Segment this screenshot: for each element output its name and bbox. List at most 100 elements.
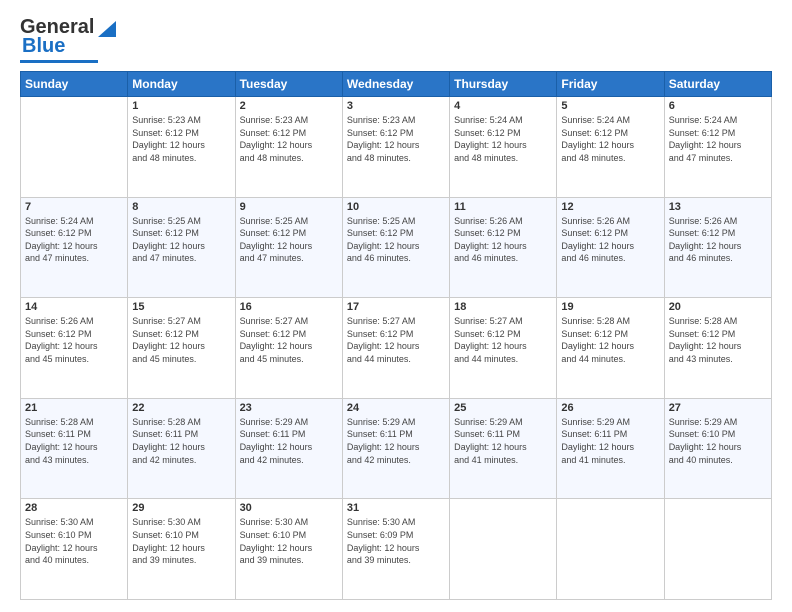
day-number: 23: [240, 402, 338, 414]
day-number: 13: [669, 201, 767, 213]
day-info: Sunrise: 5:29 AMSunset: 6:11 PMDaylight:…: [561, 416, 659, 466]
calendar-cell: 24 Sunrise: 5:29 AMSunset: 6:11 PMDayligh…: [342, 398, 449, 499]
day-number: 25: [454, 402, 552, 414]
day-number: 17: [347, 301, 445, 313]
week-row-1: 1 Sunrise: 5:23 AMSunset: 6:12 PMDaylight…: [21, 97, 772, 198]
week-row-2: 7 Sunrise: 5:24 AMSunset: 6:12 PMDaylight…: [21, 197, 772, 298]
calendar-cell: 21 Sunrise: 5:28 AMSunset: 6:11 PMDayligh…: [21, 398, 128, 499]
day-number: 2: [240, 100, 338, 112]
day-number: 5: [561, 100, 659, 112]
day-info: Sunrise: 5:25 AMSunset: 6:12 PMDaylight:…: [240, 215, 338, 265]
logo-blue: Blue: [22, 35, 65, 58]
day-info: Sunrise: 5:29 AMSunset: 6:11 PMDaylight:…: [347, 416, 445, 466]
day-number: 15: [132, 301, 230, 313]
week-row-3: 14Sunrise: 5:26 AMSunset: 6:12 PMDayligh…: [21, 298, 772, 399]
day-info: Sunrise: 5:30 AMSunset: 6:10 PMDaylight:…: [25, 516, 123, 566]
calendar-cell: 1Sunrise: 5:23 AMSunset: 6:12 PMDaylight…: [128, 97, 235, 198]
weekday-header-tuesday: Tuesday: [235, 72, 342, 97]
day-info: Sunrise: 5:23 AMSunset: 6:12 PMDaylight:…: [347, 114, 445, 164]
calendar-cell: 8Sunrise: 5:25 AMSunset: 6:12 PMDaylight…: [128, 197, 235, 298]
day-number: 11: [454, 201, 552, 213]
calendar-cell: 2 Sunrise: 5:23 AMSunset: 6:12 PMDaylight…: [235, 97, 342, 198]
day-info: Sunrise: 5:29 AMSunset: 6:10 PMDaylight:…: [669, 416, 767, 466]
weekday-header-sunday: Sunday: [21, 72, 128, 97]
day-number: 1: [132, 100, 230, 112]
calendar-cell: [664, 499, 771, 600]
calendar-cell: 10Sunrise: 5:25 AMSunset: 6:12 PMDayligh…: [342, 197, 449, 298]
day-info: Sunrise: 5:30 AMSunset: 6:10 PMDaylight:…: [240, 516, 338, 566]
day-number: 12: [561, 201, 659, 213]
day-number: 18: [454, 301, 552, 313]
day-info: Sunrise: 5:29 AMSunset: 6:11 PMDaylight:…: [240, 416, 338, 466]
calendar-cell: 7 Sunrise: 5:24 AMSunset: 6:12 PMDaylight…: [21, 197, 128, 298]
calendar-cell: 5 Sunrise: 5:24 AMSunset: 6:12 PMDaylight…: [557, 97, 664, 198]
day-number: 21: [25, 402, 123, 414]
calendar-cell: [21, 97, 128, 198]
calendar-cell: 13 Sunrise: 5:26 AMSunset: 6:12 PMDayligh…: [664, 197, 771, 298]
day-info: Sunrise: 5:26 AMSunset: 6:12 PMDaylight:…: [561, 215, 659, 265]
day-info: Sunrise: 5:30 AMSunset: 6:09 PMDaylight:…: [347, 516, 445, 566]
logo: General Blue: [20, 16, 118, 63]
weekday-header-thursday: Thursday: [450, 72, 557, 97]
day-info: Sunrise: 5:23 AMSunset: 6:12 PMDaylight:…: [240, 114, 338, 164]
day-number: 29: [132, 502, 230, 514]
day-info: Sunrise: 5:25 AMSunset: 6:12 PMDaylight:…: [347, 215, 445, 265]
day-info: Sunrise: 5:24 AMSunset: 6:12 PMDaylight:…: [454, 114, 552, 164]
day-info: Sunrise: 5:29 AMSunset: 6:11 PMDaylight:…: [454, 416, 552, 466]
week-row-5: 28 Sunrise: 5:30 AMSunset: 6:10 PMDayligh…: [21, 499, 772, 600]
calendar-cell: 22 Sunrise: 5:28 AMSunset: 6:11 PMDayligh…: [128, 398, 235, 499]
day-number: 28: [25, 502, 123, 514]
calendar-cell: 9 Sunrise: 5:25 AMSunset: 6:12 PMDaylight…: [235, 197, 342, 298]
calendar-cell: [450, 499, 557, 600]
calendar-table: SundayMondayTuesdayWednesdayThursdayFrid…: [20, 71, 772, 600]
day-number: 20: [669, 301, 767, 313]
calendar-cell: 14Sunrise: 5:26 AMSunset: 6:12 PMDayligh…: [21, 298, 128, 399]
page: General Blue SundayMondayTuesdayWednesda…: [0, 0, 792, 612]
calendar-cell: 12 Sunrise: 5:26 AMSunset: 6:12 PMDayligh…: [557, 197, 664, 298]
weekday-header-friday: Friday: [557, 72, 664, 97]
day-number: 6: [669, 100, 767, 112]
day-info: Sunrise: 5:24 AMSunset: 6:12 PMDaylight:…: [25, 215, 123, 265]
day-info: Sunrise: 5:25 AMSunset: 6:12 PMDaylight:…: [132, 215, 230, 265]
day-number: 22: [132, 402, 230, 414]
day-info: Sunrise: 5:28 AMSunset: 6:11 PMDaylight:…: [132, 416, 230, 466]
day-number: 7: [25, 201, 123, 213]
calendar-cell: 29Sunrise: 5:30 AMSunset: 6:10 PMDayligh…: [128, 499, 235, 600]
calendar-cell: 26 Sunrise: 5:29 AMSunset: 6:11 PMDayligh…: [557, 398, 664, 499]
day-info: Sunrise: 5:27 AMSunset: 6:12 PMDaylight:…: [347, 315, 445, 365]
calendar-cell: 17 Sunrise: 5:27 AMSunset: 6:12 PMDayligh…: [342, 298, 449, 399]
calendar-cell: 4 Sunrise: 5:24 AMSunset: 6:12 PMDaylight…: [450, 97, 557, 198]
calendar-cell: 28 Sunrise: 5:30 AMSunset: 6:10 PMDayligh…: [21, 499, 128, 600]
day-number: 9: [240, 201, 338, 213]
day-number: 16: [240, 301, 338, 313]
day-number: 19: [561, 301, 659, 313]
logo-icon: [96, 17, 118, 39]
calendar-cell: 11Sunrise: 5:26 AMSunset: 6:12 PMDayligh…: [450, 197, 557, 298]
day-info: Sunrise: 5:24 AMSunset: 6:12 PMDaylight:…: [669, 114, 767, 164]
day-info: Sunrise: 5:26 AMSunset: 6:12 PMDaylight:…: [25, 315, 123, 365]
calendar-cell: 19Sunrise: 5:28 AMSunset: 6:12 PMDayligh…: [557, 298, 664, 399]
calendar-cell: 23 Sunrise: 5:29 AMSunset: 6:11 PMDayligh…: [235, 398, 342, 499]
logo-underline: [20, 60, 98, 63]
day-number: 4: [454, 100, 552, 112]
calendar-cell: 3 Sunrise: 5:23 AMSunset: 6:12 PMDaylight…: [342, 97, 449, 198]
day-info: Sunrise: 5:24 AMSunset: 6:12 PMDaylight:…: [561, 114, 659, 164]
day-number: 3: [347, 100, 445, 112]
calendar-cell: 15 Sunrise: 5:27 AMSunset: 6:12 PMDayligh…: [128, 298, 235, 399]
weekday-header-saturday: Saturday: [664, 72, 771, 97]
week-row-4: 21 Sunrise: 5:28 AMSunset: 6:11 PMDayligh…: [21, 398, 772, 499]
calendar-cell: 6 Sunrise: 5:24 AMSunset: 6:12 PMDaylight…: [664, 97, 771, 198]
day-info: Sunrise: 5:27 AMSunset: 6:12 PMDaylight:…: [132, 315, 230, 365]
calendar-cell: 18Sunrise: 5:27 AMSunset: 6:12 PMDayligh…: [450, 298, 557, 399]
day-info: Sunrise: 5:28 AMSunset: 6:11 PMDaylight:…: [25, 416, 123, 466]
day-number: 31: [347, 502, 445, 514]
calendar-cell: 31 Sunrise: 5:30 AMSunset: 6:09 PMDayligh…: [342, 499, 449, 600]
day-info: Sunrise: 5:27 AMSunset: 6:12 PMDaylight:…: [240, 315, 338, 365]
day-number: 24: [347, 402, 445, 414]
calendar-cell: 16 Sunrise: 5:27 AMSunset: 6:12 PMDayligh…: [235, 298, 342, 399]
day-info: Sunrise: 5:26 AMSunset: 6:12 PMDaylight:…: [669, 215, 767, 265]
calendar-cell: 20Sunrise: 5:28 AMSunset: 6:12 PMDayligh…: [664, 298, 771, 399]
day-number: 26: [561, 402, 659, 414]
calendar-cell: [557, 499, 664, 600]
header: General Blue: [20, 16, 772, 63]
